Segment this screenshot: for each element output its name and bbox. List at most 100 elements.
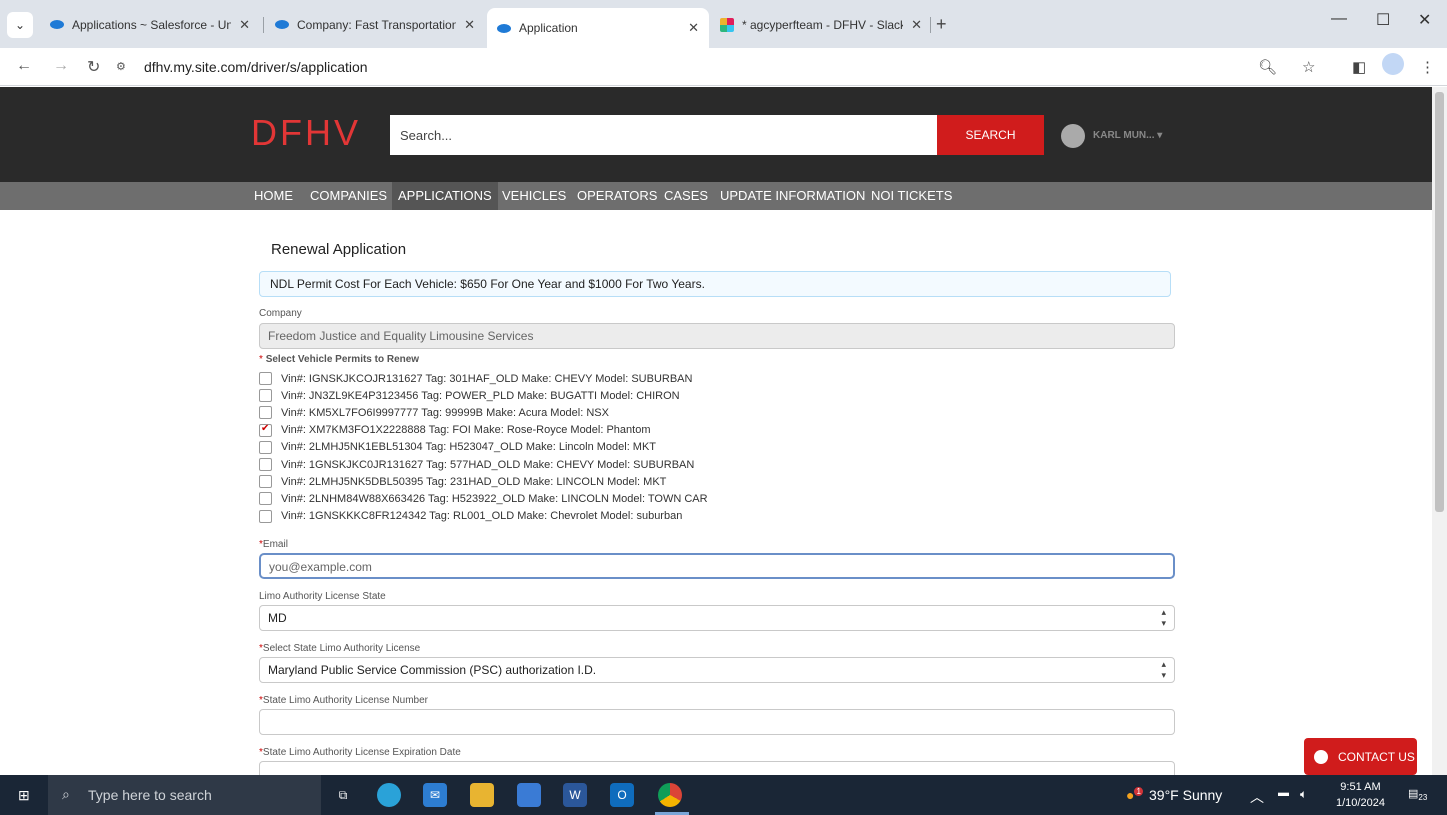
state-license-select[interactable]: Maryland Public Service Commission (PSC)… — [259, 657, 1175, 683]
checkbox[interactable] — [259, 458, 272, 471]
new-tab-icon[interactable]: + — [936, 14, 947, 35]
user-avatar-icon[interactable] — [1061, 124, 1085, 148]
tab-title: Applications ~ Salesforce - Unli — [72, 17, 232, 32]
tray-chevron-icon[interactable]: ︿ — [1250, 787, 1264, 807]
browser-tab-bar: ⌄ Applications ~ Salesforce - Unli ✕ Com… — [0, 0, 1447, 48]
store-icon[interactable] — [517, 783, 541, 807]
web-page: DFHV Search... SEARCH KARL MUN... ▾ HOME… — [0, 87, 1432, 775]
vehicle-option[interactable]: Vin#: XM7KM3FO1X2228888 Tag: FOI Make: R… — [259, 422, 651, 439]
email-field[interactable]: you@example.com — [259, 553, 1175, 579]
nav-noi-tickets[interactable]: NOI TICKETS — [865, 182, 958, 210]
browser-tab-active[interactable]: Application ✕ — [487, 8, 709, 48]
checkbox[interactable] — [259, 492, 272, 506]
checkbox-checked[interactable] — [259, 423, 272, 437]
notifications-icon[interactable]: ▤23 — [1408, 787, 1427, 802]
chrome-icon[interactable] — [658, 783, 682, 807]
checkbox[interactable] — [259, 475, 272, 489]
vehicle-option[interactable]: Vin#: 2LMHJ5NK1EBL51304 Tag: H523047_OLD… — [259, 439, 656, 456]
file-explorer-icon[interactable] — [470, 783, 494, 807]
clock-time: 9:51 AM — [1340, 781, 1381, 793]
close-icon[interactable]: ✕ — [911, 17, 922, 33]
task-view-icon[interactable]: ⧉ — [331, 783, 355, 807]
address-bar[interactable]: ⚙ dfhv.my.site.com/driver/s/application — [116, 53, 1256, 81]
weather-icon[interactable]: ● 1 — [1126, 787, 1143, 803]
select-arrows-icon: ▴ ▾ — [1161, 607, 1166, 628]
reload-icon[interactable]: ↻ — [87, 57, 100, 77]
edge-icon[interactable] — [377, 783, 401, 807]
salesforce-icon — [275, 20, 289, 29]
browser-toolbar: ← → ↻ ⚙ dfhv.my.site.com/driver/s/applic… — [0, 48, 1447, 86]
vehicle-option[interactable]: Vin#: 2LNHM84W88X663426 Tag: H523922_OLD… — [259, 490, 708, 507]
vehicle-option[interactable]: Vin#: JN3ZL9KE4P3123456 Tag: POWER_PLD M… — [259, 387, 680, 404]
salesforce-icon — [497, 23, 511, 33]
checkbox[interactable] — [259, 440, 272, 454]
nav-applications[interactable]: APPLICATIONS — [392, 182, 498, 210]
scrollbar-thumb[interactable] — [1435, 92, 1444, 512]
vehicle-option[interactable]: Vin#: 1GNSKJKC0JR131627 Tag: 577HAD_OLD … — [259, 456, 694, 473]
nav-home[interactable]: HOME — [248, 182, 299, 210]
menu-kebab-icon[interactable]: ⋮ — [1420, 58, 1435, 76]
expiration-label-text: State Limo Authority License Expiration … — [262, 747, 461, 758]
mail-icon[interactable]: ✉ — [423, 783, 447, 807]
close-icon[interactable]: ✕ — [464, 17, 475, 33]
word-icon[interactable]: W — [563, 783, 587, 807]
nav-operators[interactable]: OPERATORS — [571, 182, 663, 210]
outlook-icon[interactable]: O — [610, 783, 634, 807]
search-input[interactable]: Search... — [390, 115, 938, 155]
browser-tab[interactable]: * agcyperfteam - DFHV - Slack ✕ — [710, 9, 932, 40]
state-license-label: *Select State Limo Authority License — [259, 643, 420, 654]
contact-us-label: CONTACT US — [1338, 749, 1415, 764]
site-settings-icon[interactable]: ⚙ — [116, 60, 134, 74]
dfhv-logo[interactable]: DFHV — [251, 112, 361, 154]
volume-icon[interactable]: 🔈︎ — [1300, 787, 1307, 802]
checkbox[interactable] — [259, 372, 272, 385]
vehicle-option[interactable]: Vin#: KM5XL7FO6I9997777 Tag: 99999B Make… — [259, 404, 609, 421]
contact-us-button[interactable]: CONTACT US — [1304, 738, 1417, 775]
user-name: KARL MUN... — [1093, 130, 1155, 141]
weather-text[interactable]: 39°F Sunny — [1149, 787, 1222, 803]
close-icon[interactable]: ✕ — [688, 20, 699, 36]
checkbox[interactable] — [259, 509, 272, 523]
nav-cases[interactable]: CASES — [658, 182, 714, 210]
taskbar-search[interactable]: ⌕ Type here to search — [48, 775, 321, 815]
close-icon[interactable]: ✕ — [239, 17, 250, 33]
vehicle-label: Vin#: XM7KM3FO1X2228888 Tag: FOI Make: R… — [281, 424, 651, 437]
zoom-icon[interactable]: 🔍︎ — [1258, 58, 1277, 76]
expiration-label: *State Limo Authority License Expiration… — [259, 747, 461, 758]
nav-update-information[interactable]: UPDATE INFORMATION — [714, 182, 871, 210]
search-placeholder: Search... — [400, 127, 453, 143]
nav-companies[interactable]: COMPANIES — [304, 182, 393, 210]
permit-cost-note: NDL Permit Cost For Each Vehicle: $650 F… — [259, 271, 1171, 297]
network-icon[interactable]: ▬ — [1278, 787, 1289, 799]
url-text: dfhv.my.site.com/driver/s/application — [144, 59, 368, 75]
page-scrollbar[interactable] — [1432, 87, 1447, 775]
vehicle-option[interactable]: Vin#: 1GNSKKKC8FR124342 Tag: RL001_OLD M… — [259, 508, 682, 525]
clock[interactable]: 9:51 AM 1/10/2024 — [1336, 779, 1385, 811]
forward-icon[interactable]: → — [53, 57, 69, 75]
maximize-icon[interactable]: ☐ — [1376, 10, 1390, 30]
vehicle-permits-label: * Select Vehicle Permits to Renew — [259, 354, 419, 365]
user-menu[interactable]: KARL MUN... ▾ — [1093, 130, 1162, 141]
nav-vehicles[interactable]: VEHICLES — [496, 182, 572, 210]
back-icon[interactable]: ← — [16, 57, 32, 75]
limo-state-select[interactable]: MD ▴ ▾ — [259, 605, 1175, 631]
bookmark-star-icon[interactable]: ☆ — [1302, 58, 1315, 76]
checkbox[interactable] — [259, 406, 272, 420]
windows-start-icon[interactable]: ⊞ — [18, 787, 30, 804]
vehicle-option[interactable]: Vin#: 2LMHJ5NK5DBL50395 Tag: 231HAD_OLD … — [259, 473, 666, 490]
vehicle-label: Vin#: 1GNSKJKC0JR131627 Tag: 577HAD_OLD … — [281, 458, 695, 471]
license-number-field[interactable] — [259, 709, 1175, 735]
expiration-date-field[interactable] — [259, 761, 1175, 775]
browser-tab[interactable]: Applications ~ Salesforce - Unli ✕ — [40, 9, 260, 40]
vehicle-label: Vin#: 2LMHJ5NK1EBL51304 Tag: H523047_OLD… — [281, 441, 657, 454]
side-panel-icon[interactable]: ◧ — [1352, 58, 1366, 76]
checkbox[interactable] — [259, 389, 272, 403]
limo-state-label: Limo Authority License State — [259, 591, 386, 602]
vehicle-option[interactable]: Vin#: IGNSKJKCOJR131627 Tag: 301HAF_OLD … — [259, 370, 692, 387]
tab-search-icon[interactable]: ⌄ — [7, 12, 33, 38]
close-window-icon[interactable]: ✕ — [1418, 10, 1431, 30]
minimize-icon[interactable]: — — [1331, 10, 1347, 28]
search-button[interactable]: SEARCH — [937, 115, 1044, 155]
profile-avatar[interactable] — [1382, 53, 1404, 75]
browser-tab[interactable]: Company: Fast Transportation S ✕ — [265, 9, 485, 40]
